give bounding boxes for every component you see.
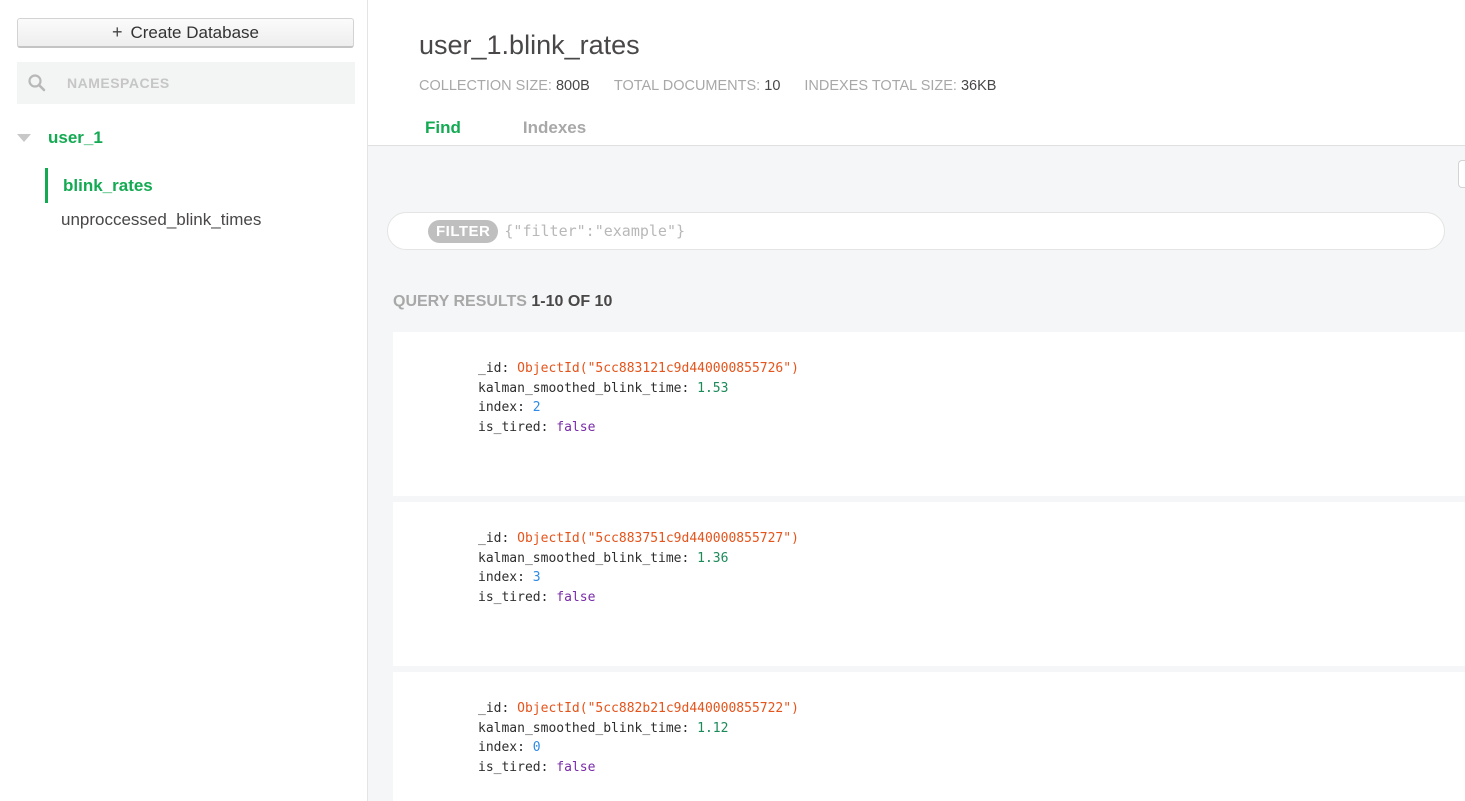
query-results-range: 1-10 OF 10 — [531, 293, 613, 310]
sidebar: + Create Database user_1 blink_rates unp… — [0, 0, 368, 801]
field-key: index — [478, 570, 518, 585]
tab-indexes[interactable]: Indexes — [523, 118, 586, 138]
document-fields: _id: ObjectId("5cc882b21c9d440000855722"… — [478, 699, 799, 777]
create-database-button[interactable]: + Create Database — [17, 18, 354, 48]
field-value: 2 — [532, 400, 541, 415]
field-key: _id — [478, 531, 502, 546]
stat-label: INDEXES TOTAL SIZE: — [804, 78, 957, 94]
document-field: kalman_smoothed_blink_time: 1.12 — [478, 720, 729, 736]
field-key: kalman_smoothed_blink_time — [478, 380, 682, 396]
document-card[interactable]: _id: ObjectId("5cc882b21c9d440000855722"… — [393, 672, 1465, 801]
field-key: is_tired — [478, 759, 541, 775]
document-fields: _id: ObjectId("5cc883121c9d440000855726"… — [478, 359, 799, 437]
plus-icon: + — [111, 22, 123, 42]
document-field: kalman_smoothed_blink_time: 1.53 — [478, 380, 729, 396]
stat-value: 36KB — [960, 78, 997, 94]
filter-input[interactable] — [502, 221, 1407, 241]
collection-item-blink_rates[interactable]: blink_rates — [45, 168, 153, 203]
field-value: 3 — [532, 570, 541, 585]
document-field: index: 3 — [478, 570, 541, 585]
field-value: 1.36 — [697, 550, 729, 566]
filter-bar: FILTER — [387, 212, 1445, 250]
field-value: 1.12 — [697, 720, 729, 736]
collection-name: unproccessed_blink_times — [61, 210, 262, 229]
field-key: index — [478, 740, 518, 755]
document-field: index: 2 — [478, 400, 541, 415]
field-value: 1.53 — [697, 380, 729, 396]
collection-header: user_1.blink_rates COLLECTION SIZE: 800B… — [368, 0, 1465, 146]
field-value: 0 — [532, 740, 541, 755]
document-field: is_tired: false — [478, 589, 596, 605]
namespace-search-input[interactable] — [65, 74, 339, 92]
stat-collection-size: COLLECTION SIZE: 800B — [419, 78, 590, 94]
field-value: ObjectId("5cc883121c9d440000855726") — [517, 361, 799, 376]
field-value: ObjectId("5cc883751c9d440000855727") — [517, 531, 799, 546]
field-key: index — [478, 400, 518, 415]
tab-find[interactable]: Find — [425, 118, 461, 138]
field-value: ObjectId("5cc882b21c9d440000855722") — [517, 701, 799, 716]
field-key: is_tired — [478, 589, 541, 605]
search-icon — [17, 74, 57, 92]
query-results-label: QUERY RESULTS — [393, 293, 527, 310]
filter-badge: FILTER — [428, 219, 499, 243]
stat-value: 800B — [555, 78, 590, 94]
document-card[interactable]: _id: ObjectId("5cc883751c9d440000855727"… — [393, 502, 1465, 666]
collection-stats: COLLECTION SIZE: 800B TOTAL DOCUMENTS: 1… — [419, 78, 996, 94]
field-key: kalman_smoothed_blink_time — [478, 550, 682, 566]
query-results-header: QUERY RESULTS 1-10 OF 10 — [393, 293, 612, 311]
collection-tabs: Find Indexes — [425, 118, 586, 138]
document-field: kalman_smoothed_blink_time: 1.36 — [478, 550, 729, 566]
field-value: false — [556, 419, 596, 435]
namespace-search — [17, 62, 355, 104]
document-field: _id: ObjectId("5cc883121c9d440000855726"… — [478, 361, 799, 376]
field-value: false — [556, 589, 596, 605]
document-field: is_tired: false — [478, 419, 596, 435]
stat-indexes-total-size: INDEXES TOTAL SIZE: 36KB — [804, 78, 996, 94]
field-key: is_tired — [478, 419, 541, 435]
stat-label: COLLECTION SIZE: — [419, 78, 552, 94]
document-field: _id: ObjectId("5cc882b21c9d440000855722"… — [478, 701, 799, 716]
create-database-label: Create Database — [130, 22, 260, 42]
stat-label: TOTAL DOCUMENTS: — [613, 78, 761, 94]
collection-item-unproccessed_blink_times[interactable]: unproccessed_blink_times — [61, 210, 261, 230]
field-key: _id — [478, 701, 502, 716]
document-card[interactable]: _id: ObjectId("5cc883121c9d440000855726"… — [393, 332, 1465, 496]
field-key: _id — [478, 361, 502, 376]
document-field: is_tired: false — [478, 759, 596, 775]
caret-down-icon[interactable] — [17, 134, 31, 142]
document-field: index: 0 — [478, 740, 541, 755]
document-field: _id: ObjectId("5cc883751c9d440000855727"… — [478, 531, 799, 546]
field-key: kalman_smoothed_blink_time — [478, 720, 682, 736]
stat-value: 10 — [764, 78, 781, 94]
main-panel: user_1.blink_rates COLLECTION SIZE: 800B… — [368, 0, 1465, 801]
database-name: user_1 — [48, 128, 103, 147]
field-value: false — [556, 759, 596, 775]
collection-name: blink_rates — [63, 175, 153, 195]
database-item-user_1[interactable]: user_1 — [17, 128, 103, 148]
side-panel-handle[interactable] — [1458, 160, 1465, 188]
document-fields: _id: ObjectId("5cc883751c9d440000855727"… — [478, 529, 799, 607]
page-title: user_1.blink_rates — [419, 30, 640, 60]
stat-total-documents: TOTAL DOCUMENTS: 10 — [614, 78, 781, 94]
